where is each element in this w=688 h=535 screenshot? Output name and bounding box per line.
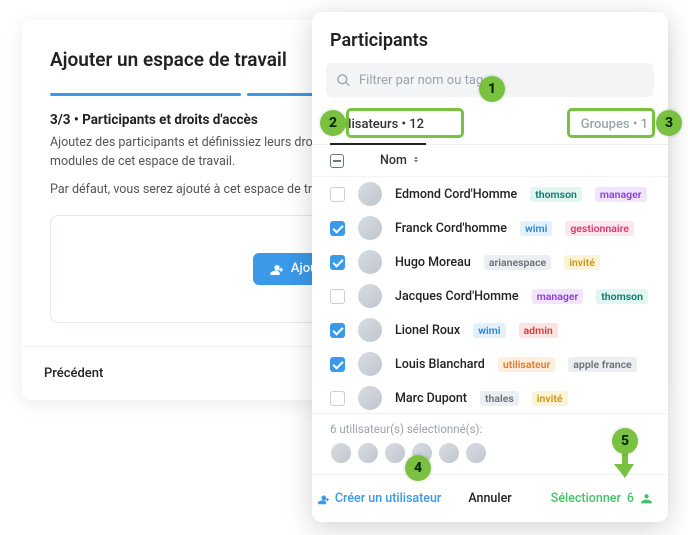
tag: admin (519, 323, 558, 338)
table-row: Jacques Cord'Homme manager thomson (312, 279, 668, 313)
avatar (358, 284, 382, 308)
select-button[interactable]: Sélectionner 6 (536, 475, 668, 522)
user-name: Edmond Cord'Homme (395, 187, 517, 202)
table-row: Lionel Roux wimi admin (312, 313, 668, 347)
user-name: Franck Cord'homme (395, 221, 507, 236)
callout-3: 3 (656, 110, 682, 136)
avatar (330, 442, 352, 464)
avatar (358, 352, 382, 376)
avatar (465, 442, 487, 464)
user-name: Jacques Cord'Homme (395, 289, 519, 304)
row-checkbox[interactable] (330, 357, 345, 372)
search-icon (336, 73, 351, 88)
callout-2: 2 (320, 110, 346, 136)
column-name[interactable]: Nom (380, 153, 421, 168)
callout-4: 4 (405, 455, 431, 481)
table-row: Hugo Moreau arianespace invité (312, 245, 668, 279)
tag: utilisateur (498, 357, 555, 372)
tag: thomson (530, 187, 582, 202)
previous-button[interactable]: Précédent (44, 366, 103, 381)
avatar (358, 250, 382, 274)
tag: thales (480, 391, 519, 406)
avatar (358, 216, 382, 240)
row-checkbox[interactable] (330, 289, 345, 304)
list-header: Nom (312, 145, 668, 177)
tag: gestionnaire (565, 221, 634, 236)
tag: arianespace (484, 255, 551, 270)
create-user-button[interactable]: Créer un utilisateur (312, 475, 444, 522)
tag: invité (564, 255, 600, 270)
select-count: 6 (627, 491, 634, 506)
column-name-label: Nom (380, 153, 407, 168)
row-checkbox[interactable] (330, 187, 345, 202)
avatar (358, 182, 382, 206)
cancel-button[interactable]: Annuler (444, 475, 536, 522)
user-plus-icon (267, 261, 283, 277)
tag: manager (532, 289, 584, 304)
tag: manager (595, 187, 647, 202)
avatar (438, 442, 460, 464)
avatar (384, 442, 406, 464)
tag: invité (532, 391, 568, 406)
user-name: Hugo Moreau (395, 255, 471, 270)
select-all-checkbox[interactable] (330, 154, 344, 168)
tag: thomson (596, 289, 648, 304)
selection-label: 6 utilisateur(s) sélectionné(s): (330, 422, 650, 436)
callout-5: 5 (612, 428, 638, 454)
user-icon (640, 492, 653, 505)
select-label: Sélectionner (551, 491, 621, 506)
user-name: Louis Blanchard (395, 357, 485, 372)
user-plus-icon (315, 492, 329, 506)
selected-avatars (330, 442, 650, 464)
avatar (357, 442, 379, 464)
step-1 (50, 93, 241, 96)
avatar (358, 386, 382, 410)
panel-title: Participants (312, 12, 668, 63)
create-user-label: Créer un utilisateur (335, 491, 441, 506)
row-checkbox[interactable] (330, 323, 345, 338)
user-name: Marc Dupont (395, 391, 467, 406)
tag: apple france (568, 357, 636, 372)
sort-icon (411, 156, 421, 166)
arrow-down-icon (614, 452, 636, 482)
table-row: Marc Dupont thales invité (312, 381, 668, 413)
tabs: Utilisateurs • 12 Groupes • 1 (312, 107, 668, 145)
avatar (358, 318, 382, 342)
user-list: Edmond Cord'Homme thomson manager Franck Co… (312, 177, 668, 413)
callout-1: 1 (479, 76, 505, 102)
row-checkbox[interactable] (330, 255, 345, 270)
row-checkbox[interactable] (330, 221, 345, 236)
user-name: Lionel Roux (395, 323, 460, 338)
table-row: Edmond Cord'Homme thomson manager (312, 177, 668, 211)
row-checkbox[interactable] (330, 391, 345, 406)
tab-groups[interactable]: Groupes • 1 (579, 107, 650, 144)
table-row: Louis Blanchard utilisateur apple france (312, 347, 668, 381)
tag: wimi (473, 323, 505, 338)
tag: wimi (520, 221, 552, 236)
table-row: Franck Cord'homme wimi gestionnaire (312, 211, 668, 245)
